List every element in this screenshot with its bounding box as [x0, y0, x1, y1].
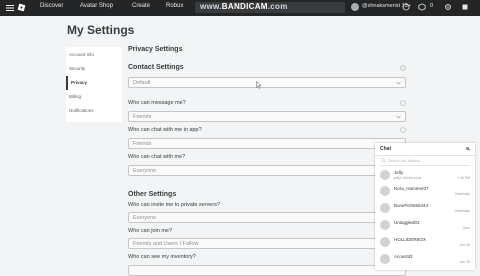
chat-timestamp: Yesterday: [454, 192, 470, 196]
invite-setting-label: Who can invite me to private servers?: [128, 202, 221, 208]
join-setting-value: Friends and Users I Follow: [133, 241, 199, 247]
sidebar-item-security[interactable]: Security: [66, 62, 122, 76]
chat-app-setting-label: Who can chat with me in app?: [128, 127, 202, 133]
chat-timestamp: 7:46 PM: [456, 176, 470, 180]
chat-app-setting-dropdown[interactable]: Friends: [128, 138, 406, 149]
invite-setting-value: Everyone: [133, 215, 157, 221]
avatar: [380, 254, 390, 264]
sidebar-item-account-info[interactable]: Account Info: [66, 48, 122, 62]
chevron-down-icon: [396, 115, 401, 119]
nav-create[interactable]: Create: [132, 3, 150, 9]
chat-timestamp: Yesterday: [454, 209, 470, 213]
contact-settings-value: Default: [133, 80, 151, 86]
robux-icon[interactable]: [418, 3, 426, 11]
join-setting-label: Who can join me?: [128, 228, 173, 234]
join-setting-dropdown[interactable]: Friends and Users I Follow: [128, 238, 406, 249]
chat-timestamp: Mon: [463, 226, 470, 230]
chat-search-input[interactable]: Search for friends: [380, 157, 470, 166]
avatar: [380, 186, 390, 196]
info-icon[interactable]: [400, 65, 406, 71]
bandicam-watermark: www.BANDICAM.com: [200, 2, 288, 11]
avatar: [380, 220, 390, 230]
gear-icon[interactable]: [444, 3, 452, 11]
chat-header[interactable]: Chat: [375, 143, 475, 156]
chat-contact-name: HOLLIDERBOX: [394, 237, 427, 242]
message-setting-dropdown[interactable]: Friends: [128, 111, 406, 122]
chat-contact-name: Nora_Hammer07: [394, 186, 429, 191]
chat-contact-name: BoneFish555344: [394, 203, 429, 208]
inventory-setting-label: Who can see my inventory?: [128, 254, 196, 260]
inventory-setting-dropdown[interactable]: [128, 265, 406, 276]
nav-avatar-shop[interactable]: Avatar Shop: [80, 3, 113, 9]
invite-setting-dropdown[interactable]: Everyone: [128, 212, 406, 223]
message-setting-value: Friends: [133, 114, 152, 120]
search-icon: [381, 158, 386, 163]
sidebar-item-billing[interactable]: Billing: [66, 90, 122, 104]
contact-settings-heading: Contact Settings: [128, 64, 184, 71]
chat-conversation-row[interactable]: Acoustit3 Jun 28: [375, 252, 475, 267]
chat-app-setting-value: Friends: [133, 141, 152, 147]
chat-search-placeholder: Search for friends: [388, 158, 420, 163]
nav-discover[interactable]: Discover: [40, 3, 63, 9]
info-icon[interactable]: [400, 127, 406, 133]
chat-conversation-row[interactable]: Nora_Hammer07 Yesterday: [375, 184, 475, 199]
top-navigation-bar: Discover Avatar Shop Create Robux www.BA…: [0, 0, 480, 16]
sidebar-item-notifications[interactable]: Notifications: [66, 104, 122, 118]
chat-conversation-row[interactable]: HOLLIDERBOX Jun 30: [375, 235, 475, 250]
chat-conversation-row[interactable]: Untaggled03 Mon: [375, 218, 475, 233]
avatar: [380, 237, 390, 247]
sidebar-item-privacy[interactable]: Privacy: [66, 76, 122, 90]
mouse-cursor-icon: [256, 81, 262, 89]
contact-settings-dropdown[interactable]: Default: [128, 77, 406, 88]
chat-timestamp: Jun 30: [459, 243, 470, 247]
other-settings-heading: Other Settings: [128, 191, 177, 198]
message-setting-label: Who can message me?: [128, 100, 186, 106]
chat-bubble-icon[interactable]: [402, 3, 410, 11]
user-avatar[interactable]: [351, 3, 359, 11]
roblox-logo-icon[interactable]: [17, 3, 26, 12]
chat-panel: Chat Search for friends Jelly jelly1 lef…: [375, 143, 475, 270]
nav-robux[interactable]: Robux: [166, 3, 183, 9]
chat-contact-name: Untaggled03: [394, 220, 420, 225]
chat-conversation-row[interactable]: Jelly jelly1 left the chat 7:46 PM: [375, 168, 475, 183]
chat-timestamp: Jun 28: [459, 260, 470, 264]
info-icon[interactable]: [400, 100, 406, 106]
robux-count: 0: [430, 3, 434, 9]
chat-title: Chat: [380, 146, 392, 152]
avatar: [380, 203, 390, 213]
privacy-settings-heading: Privacy Settings: [128, 46, 183, 53]
chat-setting-dropdown[interactable]: Everyone: [128, 165, 406, 176]
new-chat-icon[interactable]: [465, 146, 471, 152]
chat-setting-label: Who can chat with me?: [128, 154, 186, 160]
settings-sidebar: Account Info Security Privacy Billing No…: [66, 47, 122, 122]
privacy-settings-panel: Privacy Settings Contact Settings Defaul…: [123, 43, 413, 276]
menu-icon[interactable]: [5, 3, 15, 13]
chat-contact-name: Jelly: [394, 170, 404, 175]
avatar: [380, 170, 390, 180]
chat-conversation-row[interactable]: BoneFish555344 Yesterday: [375, 201, 475, 216]
chat-setting-value: Everyone: [133, 168, 157, 174]
notification-icon[interactable]: [461, 3, 469, 11]
chat-last-message: jelly1 left the chat: [394, 176, 422, 180]
chevron-down-icon: [396, 81, 401, 85]
page-title: My Settings: [67, 23, 135, 37]
chat-contact-name: Acoustit3: [394, 254, 413, 259]
